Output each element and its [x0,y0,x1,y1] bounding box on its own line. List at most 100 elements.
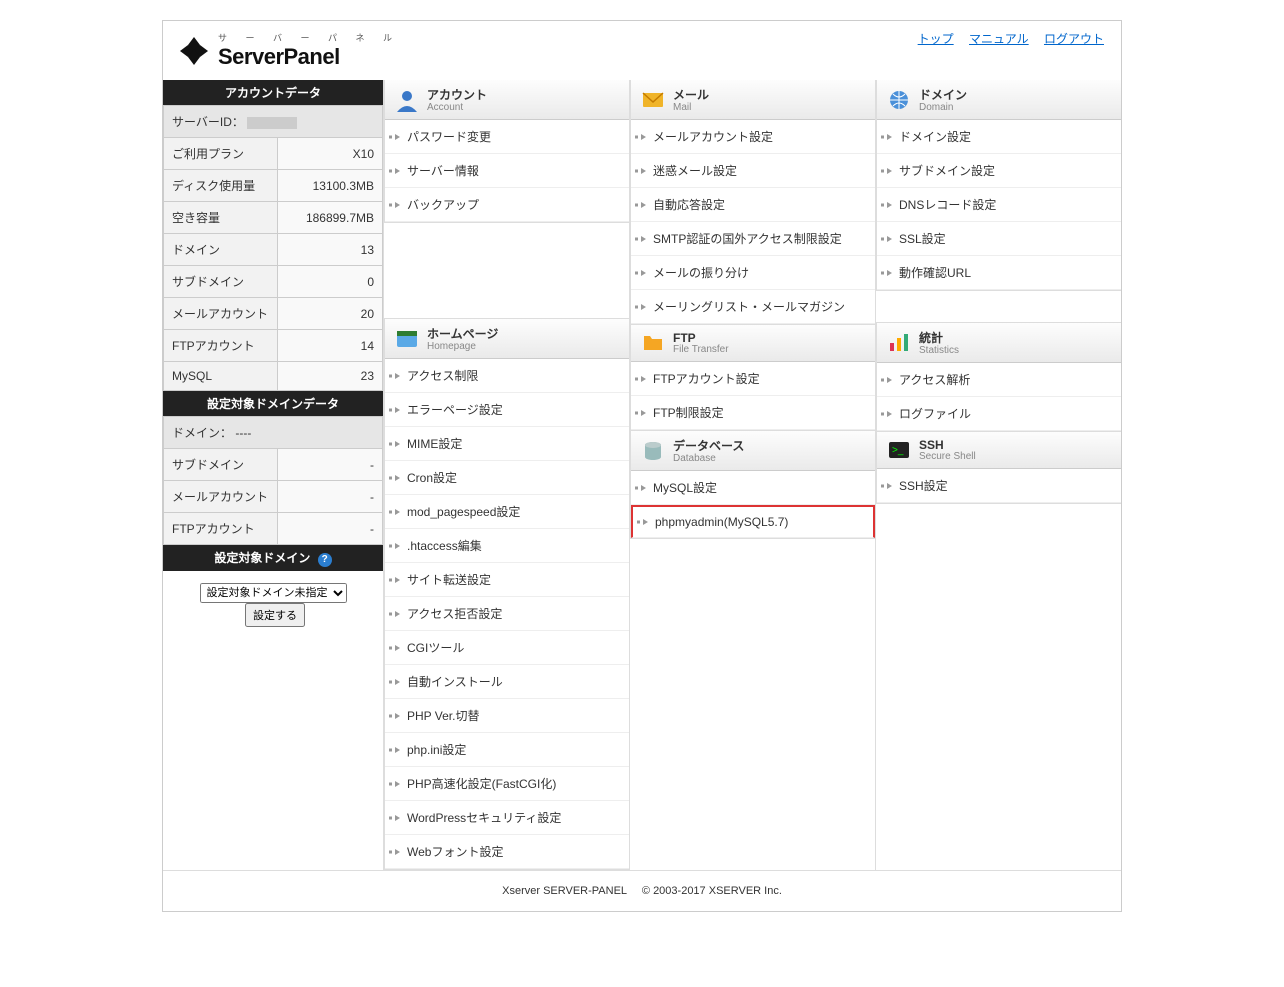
menu-item[interactable]: CGIツール [385,631,629,664]
disk-usage-value: 13100.3MB [277,170,382,202]
link-manual[interactable]: マニュアル [969,32,1029,46]
menu-item[interactable]: ログファイル [877,397,1121,430]
menu-item[interactable]: メーリングリスト・メールマガジン [631,290,875,323]
plan-label: ご利用プラン [164,138,278,170]
logo-kana: サ ー バ ー パ ネ ル [218,31,400,44]
app-window: サ ー バ ー パ ネ ル ServerPanel トップ マニュアル ログアウ… [162,20,1122,912]
menu-mail: メールアカウント設定 迷惑メール設定 自動応答設定 SMTP認証の国外アクセス制… [631,120,875,324]
domain-data-table: ドメイン： ---- サブドメイン- メールアカウント- FTPアカウント- [163,416,383,545]
card-title: データベース [673,437,744,454]
menu-item[interactable]: php.ini設定 [385,733,629,766]
menu-item[interactable]: 動作確認URL [877,256,1121,289]
homepage-icon [395,327,419,351]
sidebar: アカウントデータ サーバーID： ご利用プランX10 ディスク使用量13100.… [163,80,383,870]
domain-count-label: ドメイン [164,234,278,266]
menu-item[interactable]: MySQL設定 [631,471,875,504]
card-subtitle: Mail [673,102,709,113]
help-icon[interactable]: ? [318,553,332,567]
menu-item[interactable]: DNSレコード設定 [877,188,1121,221]
menu-item[interactable]: SMTP認証の国外アクセス制限設定 [631,222,875,255]
account-data-title: アカウントデータ [163,80,383,105]
menu-item[interactable]: MIME設定 [385,427,629,460]
menu-item[interactable]: 迷惑メール設定 [631,154,875,187]
card-title: メール [673,86,709,103]
menu-item[interactable]: アクセス解析 [877,363,1121,396]
menu-item[interactable]: アクセス拒否設定 [385,597,629,630]
database-icon [641,439,665,463]
logo-area: サ ー バ ー パ ネ ル ServerPanel [178,31,400,70]
ftp-count-value: 14 [277,330,382,362]
target-mail-label: メールアカウント [164,481,278,513]
card-header-database: データベースDatabase [631,431,875,471]
svg-text:>_: >_ [892,445,904,456]
mysql-count-label: MySQL [164,362,278,391]
card-ftp: FTPFile Transfer FTPアカウント設定 FTP制限設定 [630,325,875,431]
free-space-value: 186899.7MB [277,202,382,234]
menu-item[interactable]: メールの振り分け [631,256,875,289]
target-ftp-value: - [277,513,382,545]
target-subdomain-value: - [277,449,382,481]
menu-item[interactable]: 自動応答設定 [631,188,875,221]
menu-item[interactable]: SSH設定 [877,469,1121,502]
account-icon [395,88,419,112]
menu-item[interactable]: SSL設定 [877,222,1121,255]
card-subtitle: File Transfer [673,344,729,355]
menu-item[interactable]: Webフォント設定 [385,835,629,868]
menu-item[interactable]: WordPressセキュリティ設定 [385,801,629,834]
menu-item[interactable]: PHP Ver.切替 [385,699,629,732]
card-title: ホームページ [427,325,498,342]
menu-item[interactable]: PHP高速化設定(FastCGI化) [385,767,629,800]
main: アカウントAccount パスワード変更 サーバー情報 バックアップ ホームペー… [383,80,1121,870]
subdomain-count-label: サブドメイン [164,266,278,298]
card-mail: メールMail メールアカウント設定 迷惑メール設定 自動応答設定 SMTP認証… [630,80,875,325]
menu-item[interactable]: パスワード変更 [385,120,629,153]
domain-count-value: 13 [277,234,382,266]
content: アカウントデータ サーバーID： ご利用プランX10 ディスク使用量13100.… [163,80,1121,870]
logo-title: ServerPanel [218,44,400,70]
menu-item[interactable]: FTP制限設定 [631,396,875,429]
target-domain-title: 設定対象ドメイン ? [163,545,383,571]
menu-item[interactable]: メールアカウント設定 [631,120,875,153]
menu-domain: ドメイン設定 サブドメイン設定 DNSレコード設定 SSL設定 動作確認URL [877,120,1121,290]
link-top[interactable]: トップ [918,32,954,46]
set-button[interactable]: 設定する [245,603,305,627]
card-subtitle: Homepage [427,341,498,352]
card-ssh: >_ SSHSecure Shell SSH設定 [876,432,1121,504]
menu-item[interactable]: .htaccess編集 [385,529,629,562]
card-title: ドメイン [919,86,967,103]
menu-item[interactable]: mod_pagespeed設定 [385,495,629,528]
mail-icon [641,88,665,112]
menu-item[interactable]: 自動インストール [385,665,629,698]
top-links: トップ マニュアル ログアウト [906,30,1104,47]
card-header-ssh: >_ SSHSecure Shell [877,432,1121,469]
card-subtitle: Statistics [919,345,959,356]
target-mail-value: - [277,481,382,513]
card-title: SSH [919,438,976,452]
domain-select[interactable]: 設定対象ドメイン未指定 [200,583,347,603]
folder-icon [641,331,665,355]
menu-item[interactable]: ドメイン設定 [877,120,1121,153]
mail-count-label: メールアカウント [164,298,278,330]
menu-item[interactable]: サイト転送設定 [385,563,629,596]
menu-item[interactable]: エラーページ設定 [385,393,629,426]
server-id-value [247,117,297,129]
menu-item-phpmyadmin[interactable]: phpmyadmin(MySQL5.7) [633,507,873,537]
target-domain-label: ドメイン： [172,426,232,440]
menu-item[interactable]: サーバー情報 [385,154,629,187]
menu-item[interactable]: バックアップ [385,188,629,221]
menu-item[interactable]: Cron設定 [385,461,629,494]
footer-right: © 2003-2017 XSERVER Inc. [642,885,782,897]
card-database: データベースDatabase MySQL設定 phpmyadmin(MySQL5… [630,431,875,539]
menu-item[interactable]: アクセス制限 [385,359,629,392]
menu-item[interactable]: サブドメイン設定 [877,154,1121,187]
card-subtitle: Secure Shell [919,451,976,462]
card-header-stats: 統計Statistics [877,323,1121,363]
card-subtitle: Account [427,102,487,113]
card-title: 統計 [919,329,959,346]
menu-item[interactable]: FTPアカウント設定 [631,362,875,395]
subdomain-count-value: 0 [277,266,382,298]
card-subtitle: Database [673,453,744,464]
card-account: アカウントAccount パスワード変更 サーバー情報 バックアップ [384,80,629,223]
link-logout[interactable]: ログアウト [1044,32,1104,46]
free-space-label: 空き容量 [164,202,278,234]
